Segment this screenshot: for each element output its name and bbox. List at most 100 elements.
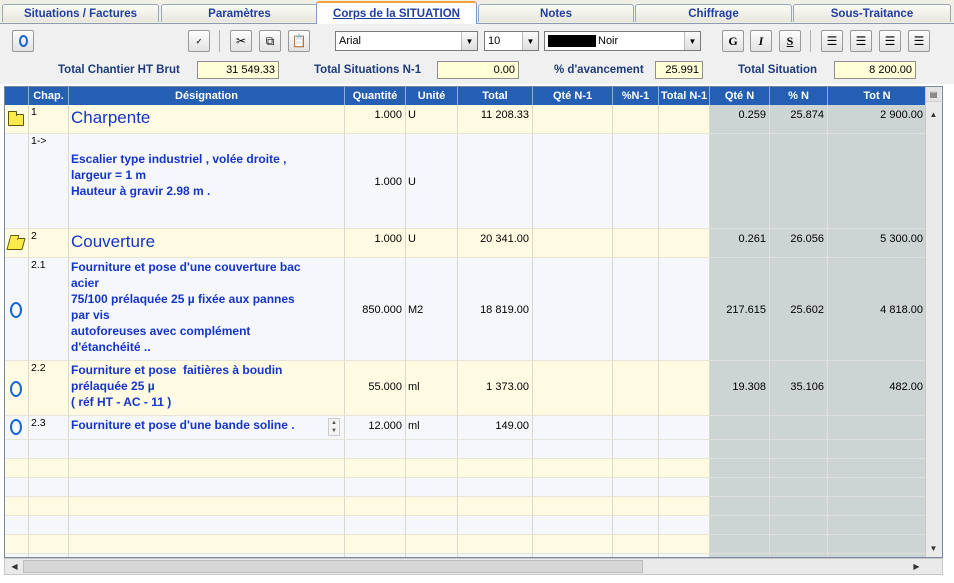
empty-row[interactable]: [5, 497, 927, 516]
column-header[interactable]: Chap.: [29, 87, 69, 105]
underline-button[interactable]: S: [779, 30, 801, 52]
pct-n-cell[interactable]: [770, 416, 828, 440]
vertical-scrollbar[interactable]: ▤ ▲ ▼: [925, 87, 942, 557]
unite-cell[interactable]: U: [406, 105, 458, 134]
pct-n-cell[interactable]: 26.056: [770, 229, 828, 258]
qte-n1-cell[interactable]: [533, 258, 613, 361]
column-header[interactable]: Qté N-1: [533, 87, 613, 105]
table-row[interactable]: 2.2 Fourniture et pose faitières à boudin…: [5, 361, 927, 416]
empty-cell[interactable]: [770, 516, 828, 535]
empty-cell[interactable]: [613, 497, 659, 516]
tab-situations-factures[interactable]: Situations / Factures: [2, 4, 159, 22]
tot-n-cell[interactable]: [828, 134, 927, 229]
copy-button[interactable]: ⧉: [259, 30, 281, 52]
empty-row[interactable]: [5, 535, 927, 554]
empty-cell[interactable]: [5, 535, 29, 554]
chapter-cell[interactable]: 2: [29, 229, 69, 258]
tot-n-cell[interactable]: 2 900.00: [828, 105, 927, 134]
tab-chiffrage[interactable]: Chiffrage: [635, 4, 792, 22]
chapter-cell[interactable]: 1: [29, 105, 69, 134]
empty-cell[interactable]: [533, 459, 613, 478]
empty-cell[interactable]: [533, 497, 613, 516]
empty-cell[interactable]: [710, 478, 770, 497]
quantite-cell[interactable]: 850.000: [345, 258, 406, 361]
horizontal-scrollbar[interactable]: ◀ ▶: [4, 558, 943, 575]
qte-n-cell[interactable]: 0.261: [710, 229, 770, 258]
pct-n-cell[interactable]: [770, 134, 828, 229]
empty-cell[interactable]: [659, 440, 710, 459]
tot-n1-cell[interactable]: [659, 229, 710, 258]
pct-n1-cell[interactable]: [613, 229, 659, 258]
table-row[interactable]: 1 Charpente 1.000 U 11 208.33 0.259 25.874 2 90…: [5, 105, 927, 134]
column-header[interactable]: % N: [770, 87, 828, 105]
empty-cell[interactable]: [770, 440, 828, 459]
unite-cell[interactable]: U: [406, 134, 458, 229]
column-header[interactable]: Désignation: [69, 87, 345, 105]
unite-cell[interactable]: U: [406, 229, 458, 258]
paste-button[interactable]: 📋: [288, 30, 310, 52]
empty-cell[interactable]: [406, 535, 458, 554]
chevron-down-icon[interactable]: ▼: [522, 32, 538, 50]
chapter-cell[interactable]: 1->: [29, 134, 69, 229]
qte-n1-cell[interactable]: [533, 229, 613, 258]
align-left-button[interactable]: ☰: [821, 30, 843, 52]
empty-cell[interactable]: [406, 497, 458, 516]
empty-cell[interactable]: [29, 516, 69, 535]
table-row[interactable]: 2.1 Fourniture et pose d'une couverture b…: [5, 258, 927, 361]
tot-n-cell[interactable]: [828, 416, 927, 440]
ring-cell[interactable]: [5, 258, 29, 361]
empty-cell[interactable]: [29, 497, 69, 516]
column-header[interactable]: Unité: [406, 87, 458, 105]
empty-cell[interactable]: [613, 535, 659, 554]
tot-n1-cell[interactable]: [659, 134, 710, 229]
bold-button[interactable]: G: [722, 30, 744, 52]
empty-cell[interactable]: [828, 459, 927, 478]
empty-cell[interactable]: [69, 440, 345, 459]
empty-cell[interactable]: [828, 497, 927, 516]
column-header[interactable]: Total: [458, 87, 533, 105]
font-select[interactable]: Arial ▼: [335, 31, 478, 51]
qte-n-cell[interactable]: [710, 134, 770, 229]
empty-cell[interactable]: [613, 478, 659, 497]
empty-cell[interactable]: [406, 440, 458, 459]
chevron-down-icon[interactable]: ▼: [461, 32, 477, 50]
designation-cell[interactable]: Couverture: [69, 229, 345, 258]
empty-cell[interactable]: [406, 478, 458, 497]
pct-n1-cell[interactable]: [613, 134, 659, 229]
column-header[interactable]: Quantité: [345, 87, 406, 105]
column-header[interactable]: Qté N: [710, 87, 770, 105]
empty-cell[interactable]: [828, 516, 927, 535]
empty-cell[interactable]: [828, 478, 927, 497]
empty-cell[interactable]: [29, 459, 69, 478]
empty-cell[interactable]: [69, 459, 345, 478]
italic-button[interactable]: I: [750, 30, 772, 52]
table-row[interactable]: 2 Couverture 1.000 U 20 341.00 0.261 26.056 5 3…: [5, 229, 927, 258]
qte-n1-cell[interactable]: [533, 134, 613, 229]
pct-n1-cell[interactable]: [613, 416, 659, 440]
empty-cell[interactable]: [828, 535, 927, 554]
empty-cell[interactable]: [770, 478, 828, 497]
pct-n1-cell[interactable]: [613, 361, 659, 416]
empty-cell[interactable]: [458, 497, 533, 516]
total-cell[interactable]: 20 341.00: [458, 229, 533, 258]
tot-n1-cell[interactable]: [659, 105, 710, 134]
pct-n-cell[interactable]: 25.602: [770, 258, 828, 361]
empty-cell[interactable]: [533, 535, 613, 554]
quantite-cell[interactable]: 1.000: [345, 134, 406, 229]
empty-cell[interactable]: [345, 535, 406, 554]
align-center-button[interactable]: ☰: [850, 30, 872, 52]
total-cell[interactable]: 11 208.33: [458, 105, 533, 134]
scroll-thumb[interactable]: [23, 560, 643, 573]
tot-n-cell[interactable]: 4 818.00: [828, 258, 927, 361]
icon-cell[interactable]: [5, 134, 29, 229]
size-select[interactable]: 10 ▼: [484, 31, 539, 51]
empty-cell[interactable]: [29, 440, 69, 459]
folder-open-cell[interactable]: [5, 229, 29, 258]
empty-cell[interactable]: [69, 497, 345, 516]
qte-n-cell[interactable]: [710, 416, 770, 440]
empty-cell[interactable]: [533, 440, 613, 459]
empty-cell[interactable]: [613, 516, 659, 535]
empty-cell[interactable]: [533, 516, 613, 535]
empty-cell[interactable]: [770, 497, 828, 516]
tot-n-cell[interactable]: 5 300.00: [828, 229, 927, 258]
